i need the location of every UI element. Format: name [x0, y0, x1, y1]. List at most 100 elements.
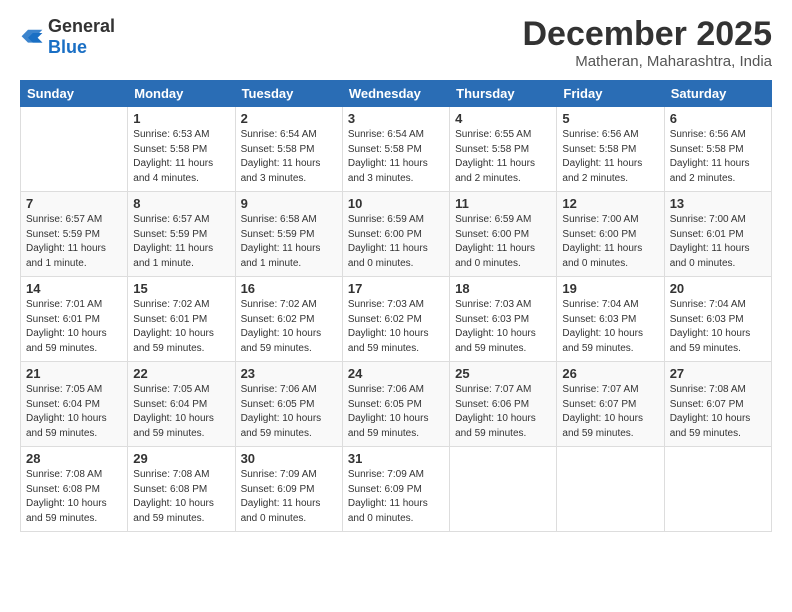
table-row: 23 Sunrise: 7:06 AM Sunset: 6:05 PM Dayli…	[235, 362, 342, 447]
day-info: Sunrise: 7:03 AM Sunset: 6:03 PM Dayligh…	[455, 298, 551, 356]
page-container: General Blue December 2025 Matheran, Mah…	[0, 0, 792, 542]
table-row: 13 Sunrise: 7:00 AM Sunset: 6:01 PM Dayli…	[664, 192, 771, 277]
day-info: Sunrise: 7:05 AM Sunset: 6:04 PM Dayligh…	[26, 383, 122, 441]
table-row: 14 Sunrise: 7:01 AM Sunset: 6:01 PM Dayli…	[21, 277, 128, 362]
day-info: Sunrise: 6:56 AM Sunset: 5:58 PM Dayligh…	[670, 128, 766, 186]
table-row	[664, 447, 771, 532]
day-info: Sunrise: 7:06 AM Sunset: 6:05 PM Dayligh…	[348, 383, 444, 441]
logo-text: General Blue	[48, 16, 115, 58]
day-info: Sunrise: 6:54 AM Sunset: 5:58 PM Dayligh…	[348, 128, 444, 186]
day-info: Sunrise: 6:56 AM Sunset: 5:58 PM Dayligh…	[562, 128, 658, 186]
day-number: 30	[241, 451, 337, 466]
logo-icon	[20, 28, 44, 46]
day-number: 22	[133, 366, 229, 381]
day-number: 8	[133, 196, 229, 211]
day-info: Sunrise: 7:08 AM Sunset: 6:07 PM Dayligh…	[670, 383, 766, 441]
table-row: 27 Sunrise: 7:08 AM Sunset: 6:07 PM Dayli…	[664, 362, 771, 447]
col-thursday: Thursday	[450, 81, 557, 107]
day-number: 26	[562, 366, 658, 381]
day-number: 18	[455, 281, 551, 296]
day-number: 15	[133, 281, 229, 296]
table-row: 30 Sunrise: 7:09 AM Sunset: 6:09 PM Dayli…	[235, 447, 342, 532]
table-row: 21Sunrise: 7:05 AM Sunset: 6:04 PM Dayli…	[21, 362, 128, 447]
location-title: Matheran, Maharashtra, India	[522, 53, 772, 70]
day-info: Sunrise: 7:04 AM Sunset: 6:03 PM Dayligh…	[562, 298, 658, 356]
day-number: 7	[26, 196, 122, 211]
table-row: 16 Sunrise: 7:02 AM Sunset: 6:02 PM Dayli…	[235, 277, 342, 362]
day-info: Sunrise: 6:53 AM Sunset: 5:58 PM Dayligh…	[133, 128, 229, 186]
day-info: Sunrise: 7:03 AM Sunset: 6:02 PM Dayligh…	[348, 298, 444, 356]
table-row: 1 Sunrise: 6:53 AM Sunset: 5:58 PM Daylig…	[128, 107, 235, 192]
table-row: 24Sunrise: 7:06 AM Sunset: 6:05 PM Dayli…	[342, 362, 449, 447]
calendar-week-row: 1 Sunrise: 6:53 AM Sunset: 5:58 PM Daylig…	[21, 107, 772, 192]
table-row: 8 Sunrise: 6:57 AM Sunset: 5:59 PM Daylig…	[128, 192, 235, 277]
day-number: 31	[348, 451, 444, 466]
day-number: 9	[241, 196, 337, 211]
day-number: 29	[133, 451, 229, 466]
table-row: 2 Sunrise: 6:54 AM Sunset: 5:58 PM Daylig…	[235, 107, 342, 192]
calendar-week-row: 14 Sunrise: 7:01 AM Sunset: 6:01 PM Dayli…	[21, 277, 772, 362]
table-row: 28 Sunrise: 7:08 AM Sunset: 6:08 PM Dayli…	[21, 447, 128, 532]
col-sunday: Sunday	[21, 81, 128, 107]
day-info: Sunrise: 7:08 AM Sunset: 6:08 PM Dayligh…	[26, 468, 122, 526]
table-row: 22 Sunrise: 7:05 AM Sunset: 6:04 PM Dayli…	[128, 362, 235, 447]
table-row: 4Sunrise: 6:55 AM Sunset: 5:58 PM Daylig…	[450, 107, 557, 192]
day-number: 28	[26, 451, 122, 466]
day-number: 6	[670, 111, 766, 126]
table-row: 15Sunrise: 7:02 AM Sunset: 6:01 PM Dayli…	[128, 277, 235, 362]
day-number: 27	[670, 366, 766, 381]
day-info: Sunrise: 7:09 AM Sunset: 6:09 PM Dayligh…	[241, 468, 337, 526]
day-info: Sunrise: 7:02 AM Sunset: 6:02 PM Dayligh…	[241, 298, 337, 356]
day-number: 19	[562, 281, 658, 296]
day-number: 13	[670, 196, 766, 211]
day-info: Sunrise: 6:57 AM Sunset: 5:59 PM Dayligh…	[26, 213, 122, 271]
col-wednesday: Wednesday	[342, 81, 449, 107]
title-block: December 2025 Matheran, Maharashtra, Ind…	[522, 16, 772, 70]
day-number: 14	[26, 281, 122, 296]
logo-blue: Blue	[48, 37, 87, 57]
calendar-header-row: Sunday Monday Tuesday Wednesday Thursday…	[21, 81, 772, 107]
col-tuesday: Tuesday	[235, 81, 342, 107]
table-row: 11Sunrise: 6:59 AM Sunset: 6:00 PM Dayli…	[450, 192, 557, 277]
day-info: Sunrise: 7:07 AM Sunset: 6:07 PM Dayligh…	[562, 383, 658, 441]
day-number: 3	[348, 111, 444, 126]
day-number: 11	[455, 196, 551, 211]
logo-general: General	[48, 16, 115, 36]
day-info: Sunrise: 7:01 AM Sunset: 6:01 PM Dayligh…	[26, 298, 122, 356]
table-row: 29Sunrise: 7:08 AM Sunset: 6:08 PM Dayli…	[128, 447, 235, 532]
table-row: 26 Sunrise: 7:07 AM Sunset: 6:07 PM Dayli…	[557, 362, 664, 447]
table-row: 7 Sunrise: 6:57 AM Sunset: 5:59 PM Daylig…	[21, 192, 128, 277]
table-row: 6 Sunrise: 6:56 AM Sunset: 5:58 PM Daylig…	[664, 107, 771, 192]
table-row	[450, 447, 557, 532]
day-info: Sunrise: 7:05 AM Sunset: 6:04 PM Dayligh…	[133, 383, 229, 441]
day-number: 20	[670, 281, 766, 296]
table-row: 18 Sunrise: 7:03 AM Sunset: 6:03 PM Dayli…	[450, 277, 557, 362]
table-row: 9Sunrise: 6:58 AM Sunset: 5:59 PM Daylig…	[235, 192, 342, 277]
day-info: Sunrise: 6:57 AM Sunset: 5:59 PM Dayligh…	[133, 213, 229, 271]
table-row	[21, 107, 128, 192]
table-row: 5 Sunrise: 6:56 AM Sunset: 5:58 PM Daylig…	[557, 107, 664, 192]
day-number: 1	[133, 111, 229, 126]
day-number: 2	[241, 111, 337, 126]
table-row: 20 Sunrise: 7:04 AM Sunset: 6:03 PM Dayli…	[664, 277, 771, 362]
day-info: Sunrise: 7:06 AM Sunset: 6:05 PM Dayligh…	[241, 383, 337, 441]
day-info: Sunrise: 7:00 AM Sunset: 6:00 PM Dayligh…	[562, 213, 658, 271]
table-row: 19 Sunrise: 7:04 AM Sunset: 6:03 PM Dayli…	[557, 277, 664, 362]
table-row: 12 Sunrise: 7:00 AM Sunset: 6:00 PM Dayli…	[557, 192, 664, 277]
day-info: Sunrise: 7:04 AM Sunset: 6:03 PM Dayligh…	[670, 298, 766, 356]
day-info: Sunrise: 6:54 AM Sunset: 5:58 PM Dayligh…	[241, 128, 337, 186]
day-number: 23	[241, 366, 337, 381]
day-number: 12	[562, 196, 658, 211]
day-info: Sunrise: 7:00 AM Sunset: 6:01 PM Dayligh…	[670, 213, 766, 271]
calendar-table: Sunday Monday Tuesday Wednesday Thursday…	[20, 80, 772, 532]
day-number: 25	[455, 366, 551, 381]
calendar-week-row: 21Sunrise: 7:05 AM Sunset: 6:04 PM Dayli…	[21, 362, 772, 447]
header: General Blue December 2025 Matheran, Mah…	[20, 16, 772, 70]
table-row: 10Sunrise: 6:59 AM Sunset: 6:00 PM Dayli…	[342, 192, 449, 277]
day-number: 5	[562, 111, 658, 126]
day-info: Sunrise: 7:09 AM Sunset: 6:09 PM Dayligh…	[348, 468, 444, 526]
calendar-week-row: 28 Sunrise: 7:08 AM Sunset: 6:08 PM Dayli…	[21, 447, 772, 532]
day-info: Sunrise: 7:07 AM Sunset: 6:06 PM Dayligh…	[455, 383, 551, 441]
logo: General Blue	[20, 16, 115, 58]
day-number: 16	[241, 281, 337, 296]
